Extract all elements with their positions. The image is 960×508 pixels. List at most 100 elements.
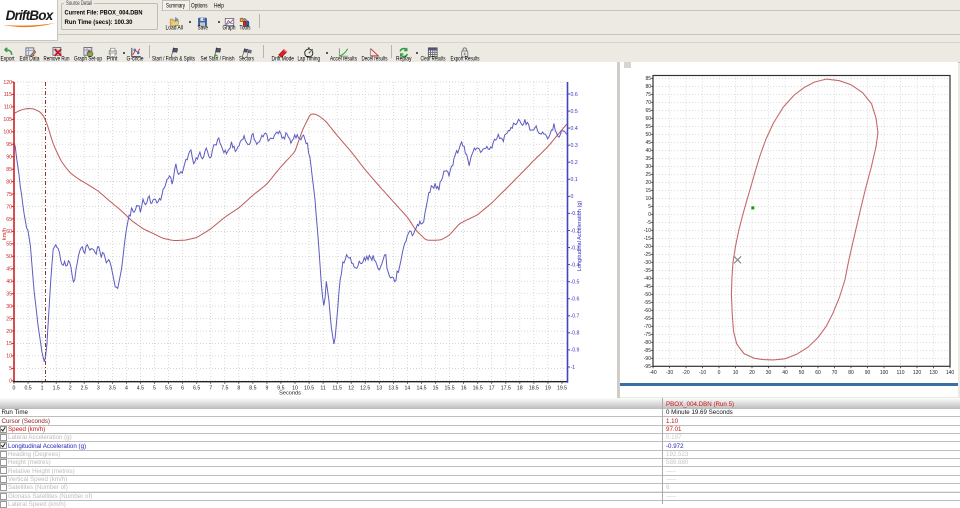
svg-text:-10: -10: [644, 228, 651, 234]
svg-text:Decel results: Decel results: [362, 56, 388, 63]
svg-text:90: 90: [865, 370, 871, 376]
svg-text:-0.8: -0.8: [571, 331, 580, 337]
svg-text:Graph: Graph: [223, 25, 236, 32]
svg-text:0.6: 0.6: [571, 92, 578, 98]
svg-text:1: 1: [41, 386, 44, 392]
svg-text:50: 50: [6, 254, 12, 260]
svg-text:4: 4: [125, 386, 128, 392]
svg-text:-30: -30: [644, 260, 651, 266]
svg-text:0: 0: [13, 386, 16, 392]
svg-text:Tools: Tools: [240, 25, 251, 32]
svg-text:85: 85: [645, 76, 651, 82]
svg-text:65: 65: [645, 108, 651, 114]
svg-text:75: 75: [6, 192, 12, 198]
svg-text:19.5: 19.5: [557, 386, 567, 392]
svg-text:Longitudinal Acceleration (g): Longitudinal Acceleration (g): [577, 201, 583, 272]
svg-text:-30: -30: [666, 370, 673, 376]
svg-text:120: 120: [913, 370, 922, 376]
svg-text:17.5: 17.5: [501, 386, 511, 392]
svg-text:15.5: 15.5: [445, 386, 455, 392]
svg-text:30: 30: [645, 164, 651, 170]
svg-text:40: 40: [6, 279, 12, 285]
svg-text:80: 80: [848, 370, 854, 376]
svg-text:0.4: 0.4: [571, 126, 578, 132]
svg-text:45: 45: [6, 267, 12, 273]
svg-text:20: 20: [6, 329, 12, 335]
svg-text:-0.7: -0.7: [571, 314, 580, 320]
svg-text:Run Time (secs): 100.30: Run Time (secs): 100.30: [65, 19, 134, 26]
svg-text:-85: -85: [644, 348, 651, 354]
svg-text:0: 0: [648, 212, 651, 218]
svg-text:Load All: Load All: [166, 25, 184, 32]
svg-text:30: 30: [6, 304, 12, 310]
svg-text:7: 7: [209, 386, 212, 392]
svg-text:-50: -50: [644, 292, 651, 298]
svg-text:10: 10: [645, 196, 651, 202]
svg-text:2.5: 2.5: [81, 386, 88, 392]
svg-text:20: 20: [645, 180, 651, 186]
svg-text:5: 5: [153, 386, 156, 392]
svg-text:110: 110: [4, 105, 12, 111]
svg-text:20: 20: [749, 370, 755, 376]
svg-text:-0.5: -0.5: [571, 280, 580, 286]
svg-text:0.3: 0.3: [571, 143, 578, 149]
svg-text:40: 40: [782, 370, 788, 376]
svg-text:55: 55: [6, 242, 12, 248]
svg-text:0.5: 0.5: [24, 386, 31, 392]
svg-text:70: 70: [6, 204, 12, 210]
svg-text:1.5: 1.5: [53, 386, 60, 392]
svg-text:-75: -75: [644, 332, 651, 338]
svg-text:15: 15: [645, 188, 651, 194]
svg-text:11: 11: [320, 386, 325, 392]
svg-text:13: 13: [376, 386, 382, 392]
svg-text:25: 25: [6, 316, 12, 322]
svg-text:Current File: PBOX_004.DBN: Current File: PBOX_004.DBN: [65, 10, 143, 17]
svg-text:35: 35: [645, 156, 651, 162]
svg-text:-1: -1: [571, 365, 576, 371]
svg-text:85: 85: [6, 167, 12, 173]
svg-text:Source Detail: Source Detail: [66, 0, 92, 7]
svg-text:18: 18: [517, 386, 523, 392]
svg-text:Seconds: Seconds: [279, 391, 301, 397]
svg-text:-80: -80: [644, 340, 651, 346]
svg-text:-15: -15: [644, 236, 651, 242]
svg-text:-5: -5: [647, 220, 652, 226]
svg-text:-65: -65: [644, 316, 651, 322]
svg-text:Export: Export: [1, 56, 15, 63]
svg-text:55: 55: [645, 124, 651, 130]
svg-text:Sectors: Sectors: [239, 56, 254, 63]
svg-text:Options: Options: [191, 3, 208, 10]
svg-text:G-circle: G-circle: [127, 56, 144, 63]
svg-text:110: 110: [897, 370, 905, 376]
svg-text:0: 0: [718, 370, 721, 376]
svg-text:4.5: 4.5: [137, 386, 144, 392]
svg-text:0: 0: [9, 379, 12, 385]
svg-text:Accel results: Accel results: [330, 56, 357, 63]
svg-text:10: 10: [733, 370, 739, 376]
svg-text:140: 140: [946, 370, 955, 376]
svg-text:6: 6: [181, 386, 184, 392]
svg-text:50: 50: [799, 370, 805, 376]
svg-text:80: 80: [645, 84, 651, 90]
svg-text:12: 12: [348, 386, 354, 392]
svg-text:25: 25: [645, 172, 651, 178]
svg-text:35: 35: [6, 292, 12, 298]
svg-text:50: 50: [645, 132, 651, 138]
svg-text:Print: Print: [107, 56, 118, 63]
svg-text:5.5: 5.5: [165, 386, 172, 392]
svg-text:Replay: Replay: [396, 56, 412, 63]
svg-text:8.5: 8.5: [249, 386, 256, 392]
svg-text:-20: -20: [682, 370, 689, 376]
svg-text:80: 80: [6, 179, 12, 185]
svg-text:Clear Results: Clear Results: [421, 56, 446, 63]
svg-text:120: 120: [3, 80, 12, 86]
svg-text:Export Results: Export Results: [451, 56, 480, 63]
svg-text:Edit Data: Edit Data: [20, 56, 40, 63]
svg-text:Drift Mode: Drift Mode: [272, 56, 295, 63]
svg-text:11.5: 11.5: [332, 386, 342, 392]
svg-text:130: 130: [929, 370, 938, 376]
svg-text:16.5: 16.5: [473, 386, 483, 392]
svg-text:12.5: 12.5: [360, 386, 370, 392]
svg-text:100: 100: [880, 370, 889, 376]
svg-text:95: 95: [6, 142, 12, 148]
